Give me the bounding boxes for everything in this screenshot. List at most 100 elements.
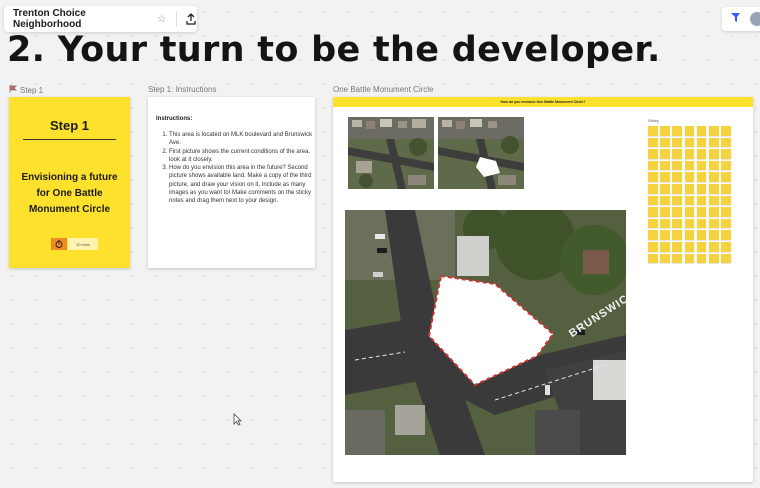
sticky-note[interactable]: [648, 126, 658, 136]
sticky-note[interactable]: [709, 253, 719, 264]
sticky-note[interactable]: [648, 195, 658, 206]
sticky-note[interactable]: [672, 195, 682, 206]
sticky-note[interactable]: [696, 137, 707, 148]
sticky-note[interactable]: [684, 218, 695, 229]
frame-label-board[interactable]: One Battle Monument Circle: [333, 85, 434, 94]
star-icon[interactable]: ☆: [157, 14, 166, 25]
sticky-note[interactable]: [709, 218, 719, 229]
sticky-note[interactable]: [721, 242, 731, 252]
sticky-note[interactable]: [672, 253, 682, 264]
aerial-photo-available-land[interactable]: [438, 117, 524, 189]
sticky-note[interactable]: [696, 230, 707, 240]
sticky-note[interactable]: [721, 253, 731, 264]
sticky-note[interactable]: [660, 160, 670, 171]
sticky-note[interactable]: [721, 218, 731, 229]
sticky-note[interactable]: [672, 126, 682, 136]
sticky-note[interactable]: [709, 149, 719, 159]
sticky-note[interactable]: [709, 207, 719, 217]
sticky-note[interactable]: [684, 137, 695, 148]
sticky-note[interactable]: [660, 184, 670, 194]
sticky-note[interactable]: [648, 230, 658, 240]
sticky-note[interactable]: [648, 184, 658, 194]
sticky-note[interactable]: [672, 184, 682, 194]
sticky-note[interactable]: [696, 242, 707, 252]
sticky-note[interactable]: [648, 207, 658, 217]
sticky-note[interactable]: [684, 207, 695, 217]
celebrate-icon[interactable]: [730, 10, 742, 28]
sticky-note[interactable]: [672, 242, 682, 252]
sticky-note[interactable]: [696, 160, 707, 171]
sticky-note[interactable]: [709, 242, 719, 252]
sticky-note[interactable]: [660, 137, 670, 148]
sticky-note[interactable]: [672, 149, 682, 159]
sticky-note[interactable]: [684, 195, 695, 206]
sticky-note[interactable]: [709, 184, 719, 194]
aerial-map-design[interactable]: BRUNSWICK: [345, 210, 626, 455]
sticky-note[interactable]: [660, 207, 670, 217]
sticky-note[interactable]: [721, 207, 731, 217]
sticky-note[interactable]: [660, 253, 670, 264]
sticky-note[interactable]: [672, 172, 682, 182]
sticky-note[interactable]: [696, 126, 707, 136]
sticky-note[interactable]: [721, 126, 731, 136]
aerial-photo-current[interactable]: [348, 117, 434, 189]
board-name[interactable]: Trenton Choice Neighborhood: [13, 8, 152, 30]
sticky-note[interactable]: [648, 242, 658, 252]
sticky-note[interactable]: [684, 160, 695, 171]
sticky-note[interactable]: [648, 253, 658, 264]
step-card[interactable]: Step 1 Envisioning a future for One Batt…: [9, 97, 130, 268]
sticky-note[interactable]: [684, 184, 695, 194]
sticky-note[interactable]: [648, 172, 658, 182]
sticky-note[interactable]: [684, 149, 695, 159]
sticky-note[interactable]: [684, 172, 695, 182]
instructions-list: This area is located on MLK boulevard an…: [156, 131, 321, 206]
sticky-note[interactable]: [660, 149, 670, 159]
sticky-note[interactable]: [721, 195, 731, 206]
sticky-note[interactable]: [709, 230, 719, 240]
sticky-note[interactable]: [660, 242, 670, 252]
upload-icon[interactable]: [185, 13, 197, 25]
sticky-note[interactable]: [684, 253, 695, 264]
sticky-note[interactable]: [660, 172, 670, 182]
sticky-note[interactable]: [721, 172, 731, 182]
sticky-note[interactable]: [684, 230, 695, 240]
sticky-note[interactable]: [721, 160, 731, 171]
sticky-note[interactable]: [721, 149, 731, 159]
instruction-item: How do you envision this area in the fut…: [169, 164, 321, 205]
sticky-note[interactable]: [721, 137, 731, 148]
sticky-note[interactable]: [696, 184, 707, 194]
sticky-note[interactable]: [696, 172, 707, 182]
sticky-note[interactable]: [709, 137, 719, 148]
sticky-note[interactable]: [696, 207, 707, 217]
sticky-note[interactable]: [672, 207, 682, 217]
instructions-card[interactable]: Instructions: This area is located on ML…: [148, 97, 315, 268]
sticky-note[interactable]: [709, 160, 719, 171]
sticky-note[interactable]: [648, 137, 658, 148]
avatar[interactable]: [750, 12, 760, 26]
sticky-note[interactable]: [696, 149, 707, 159]
sticky-note[interactable]: [648, 149, 658, 159]
sticky-note[interactable]: [709, 172, 719, 182]
sticky-note[interactable]: [696, 195, 707, 206]
sticky-note[interactable]: [672, 160, 682, 171]
sticky-note[interactable]: [684, 126, 695, 136]
sticky-note[interactable]: [721, 230, 731, 240]
sticky-note[interactable]: [660, 126, 670, 136]
sticky-note[interactable]: [648, 218, 658, 229]
sticky-note[interactable]: [660, 218, 670, 229]
sticky-note[interactable]: [672, 230, 682, 240]
frame-label-step1[interactable]: Step 1: [9, 85, 43, 95]
sticky-note[interactable]: [672, 137, 682, 148]
sticky-note[interactable]: [672, 218, 682, 229]
sticky-note[interactable]: [709, 195, 719, 206]
sticky-note[interactable]: [660, 230, 670, 240]
sticky-note[interactable]: [709, 126, 719, 136]
sticky-note[interactable]: [696, 218, 707, 229]
sticky-note[interactable]: [684, 242, 695, 252]
sticky-note[interactable]: [660, 195, 670, 206]
sticky-note[interactable]: [696, 253, 707, 264]
timer-icon[interactable]: [51, 238, 67, 250]
frame-label-instructions[interactable]: Step 1: Instructions: [148, 85, 216, 94]
sticky-note[interactable]: [648, 160, 658, 171]
sticky-note[interactable]: [721, 184, 731, 194]
